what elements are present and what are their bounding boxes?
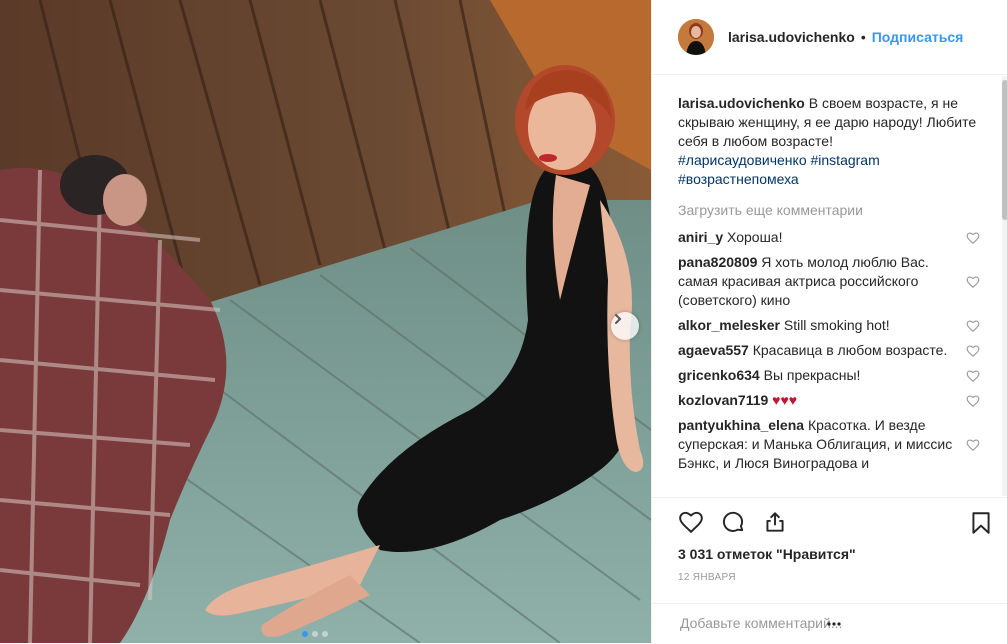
post-actions: 3 031 отметок "Нравится" 12 ЯНВАРЯ [652, 497, 1007, 583]
comments-list: larisa.udovichenko В своем возрасте, я н… [678, 94, 998, 479]
heart-small-icon[interactable] [966, 275, 980, 289]
load-more-comments-button[interactable]: Загрузить еще комментарии [678, 201, 998, 220]
hashtag[interactable]: #instagram [811, 152, 880, 168]
carousel-next-button[interactable] [611, 312, 639, 340]
bookmark-icon [972, 512, 990, 534]
comment-item: pantyukhina_elena Красотка. И везде супе… [678, 416, 998, 473]
heart-small-icon[interactable] [966, 344, 980, 358]
comment-item: gricenko634 Вы прекрасны! [678, 366, 998, 385]
carousel-indicator [302, 631, 328, 637]
likes-count[interactable]: 3 031 отметок "Нравится" [652, 546, 1007, 562]
save-button[interactable] [968, 510, 994, 541]
comment-username[interactable]: agaeva557 [678, 342, 749, 358]
carousel-dot [312, 631, 318, 637]
comments-scroll-thumb[interactable] [1002, 80, 1007, 220]
share-button[interactable] [762, 509, 788, 535]
hashtag[interactable]: #возрастнепомеха [678, 171, 799, 187]
heart-small-icon[interactable] [966, 438, 980, 452]
add-comment-input[interactable] [678, 614, 942, 632]
heart-small-icon[interactable] [966, 369, 980, 383]
like-icon [679, 511, 703, 534]
comment-username[interactable]: gricenko634 [678, 367, 760, 383]
post-date[interactable]: 12 ЯНВАРЯ [652, 572, 1007, 583]
post-photo[interactable] [0, 0, 651, 643]
carousel-dot [322, 631, 328, 637]
like-button[interactable] [678, 509, 704, 535]
comments-viewport: larisa.udovichenko В своем возрасте, я н… [652, 0, 1007, 497]
comment-username[interactable]: pantyukhina_elena [678, 417, 804, 433]
heart-small-icon[interactable] [966, 231, 980, 245]
comment-icon [722, 511, 744, 532]
comment-button[interactable] [720, 509, 746, 535]
heart-small-icon[interactable] [966, 394, 980, 408]
action-icons [652, 498, 1007, 546]
comment-text: ♥♥♥ [772, 392, 798, 408]
post-window: larisa.udovichenko • Подписаться larisa.… [0, 0, 1007, 643]
comment-username[interactable]: alkor_melesker [678, 317, 780, 333]
comment-username[interactable]: aniri_y [678, 229, 723, 245]
next-arrow-icon [615, 314, 622, 324]
post-side-panel: larisa.udovichenko • Подписаться larisa.… [651, 0, 1007, 643]
share-icon [766, 512, 784, 532]
carousel-dot [302, 631, 308, 637]
caption-username[interactable]: larisa.udovichenko [678, 95, 805, 111]
comment-text: Вы прекрасны! [763, 367, 861, 383]
comment-item: alkor_melesker Still smoking hot! [678, 316, 998, 335]
comment-text: Красавица в любом возрасте. [752, 342, 948, 358]
comment-item: aniri_y Хороша! [678, 228, 998, 247]
comment-text: Хороша! [727, 229, 783, 245]
more-options-button[interactable] [826, 616, 842, 637]
comment-username[interactable]: pana820809 [678, 254, 757, 270]
hashtag[interactable]: #ларисаудовиченко [678, 152, 807, 168]
post-caption: larisa.udovichenko В своем возрасте, я н… [678, 94, 998, 189]
photo-illustration [0, 0, 651, 643]
more-icon [827, 622, 841, 626]
add-comment-bar [652, 603, 1007, 644]
comment-text: Still smoking hot! [783, 317, 890, 333]
heart-small-icon[interactable] [966, 319, 980, 333]
comment-item: pana820809 Я хоть молод люблю Вас. самая… [678, 253, 998, 310]
comment-username[interactable]: kozlovan7119 [678, 392, 768, 408]
comment-item: agaeva557 Красавица в любом возрасте. [678, 341, 998, 360]
comment-item: kozlovan7119 ♥♥♥ [678, 391, 998, 410]
